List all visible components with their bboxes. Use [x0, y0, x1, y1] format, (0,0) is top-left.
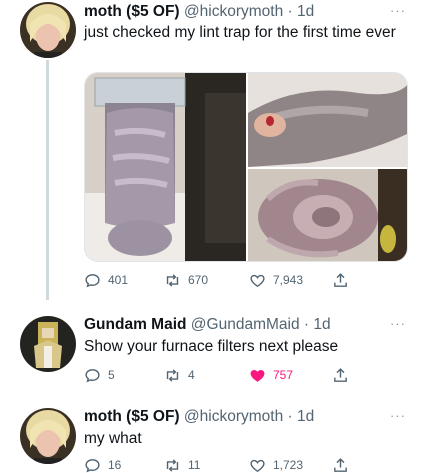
photo-lint-roll[interactable]: [248, 169, 407, 261]
avatar[interactable]: [20, 2, 76, 58]
avatar[interactable]: [20, 408, 76, 464]
timestamp[interactable]: · 1d: [304, 316, 331, 333]
more-icon[interactable]: ···: [390, 317, 406, 331]
author-handle[interactable]: @hickorymoth: [184, 3, 283, 20]
share-icon: [334, 457, 347, 472]
share-button[interactable]: [332, 455, 356, 473]
author-name[interactable]: moth ($5 OF): [84, 3, 180, 20]
media-grid[interactable]: [84, 72, 408, 262]
retweet-count: 11: [188, 458, 201, 472]
retweet-button[interactable]: 11: [164, 455, 200, 473]
reply-count: 401: [108, 273, 129, 287]
heart-icon: [250, 369, 265, 382]
like-button[interactable]: 7,943: [249, 270, 303, 290]
tweet-header: moth ($5 OF) @hickorymoth · 1d: [84, 407, 314, 427]
thread-line: [46, 60, 49, 300]
reply-icon: [85, 273, 100, 287]
like-button[interactable]: 1,723: [249, 455, 303, 473]
share-button[interactable]: [332, 365, 356, 385]
timestamp[interactable]: · 1d: [288, 408, 315, 425]
retweet-count: 4: [188, 368, 195, 382]
more-icon[interactable]: ···: [390, 4, 406, 18]
like-count: 1,723: [273, 458, 304, 472]
tweet-3[interactable]: moth ($5 OF) @hickorymoth · 1d ··· my wh…: [0, 400, 428, 473]
tweet-2[interactable]: Gundam Maid @GundamMaid · 1d ··· Show yo…: [0, 300, 428, 400]
reply-count: 5: [108, 368, 115, 382]
retweet-button[interactable]: 670: [164, 270, 208, 290]
retweet-icon: [166, 273, 179, 287]
tweet-header: moth ($5 OF) @hickorymoth · 1d: [84, 2, 314, 22]
reply-button[interactable]: 5: [84, 365, 115, 385]
tweet-text: Show your furnace filters next please: [84, 338, 339, 355]
timestamp[interactable]: · 1d: [288, 3, 315, 20]
author-name[interactable]: moth ($5 OF): [84, 408, 180, 425]
retweet-icon: [166, 368, 179, 382]
reply-count: 16: [108, 458, 122, 472]
tweet-1[interactable]: moth ($5 OF) @hickorymoth · 1d ··· just …: [0, 0, 428, 300]
tweet-header: Gundam Maid @GundamMaid · 1d: [84, 315, 331, 335]
more-icon[interactable]: ···: [390, 409, 406, 423]
reply-icon: [85, 368, 100, 382]
author-handle[interactable]: @hickorymoth: [184, 408, 283, 425]
heart-icon: [250, 274, 265, 287]
retweet-count: 670: [188, 273, 209, 287]
share-icon: [334, 272, 347, 287]
like-count: 7,943: [273, 273, 304, 287]
retweet-button[interactable]: 4: [164, 365, 195, 385]
action-bar: 16 11 1,723: [84, 455, 354, 473]
action-bar: 5 4 757: [84, 365, 354, 385]
reply-button[interactable]: 16: [84, 455, 121, 473]
reply-button[interactable]: 401: [84, 270, 128, 290]
like-count: 757: [273, 368, 294, 382]
reply-icon: [85, 458, 100, 472]
retweet-icon: [166, 458, 179, 472]
share-icon: [334, 367, 347, 382]
action-bar: 401 670 7,943: [84, 270, 354, 290]
photo-lint-trap[interactable]: [85, 73, 246, 261]
tweet-text: just checked my lint trap for the first …: [84, 24, 396, 41]
share-button[interactable]: [332, 270, 356, 290]
author-name[interactable]: Gundam Maid: [84, 316, 186, 333]
tweet-text: my what: [84, 430, 142, 447]
avatar[interactable]: [20, 316, 76, 372]
author-handle[interactable]: @GundamMaid: [191, 316, 300, 333]
heart-icon: [250, 459, 265, 472]
like-button[interactable]: 757: [249, 365, 293, 385]
photo-lint-hand[interactable]: [248, 73, 407, 167]
